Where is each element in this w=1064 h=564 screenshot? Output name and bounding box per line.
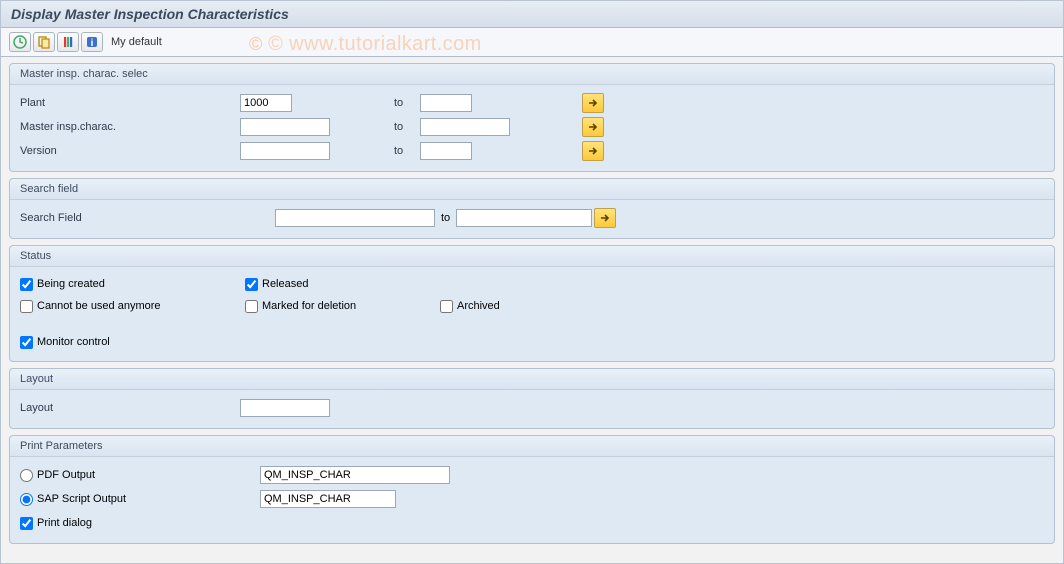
archived-checkbox[interactable] <box>440 300 453 313</box>
main-content: Master insp. charac. selec Plant to Mast… <box>1 57 1063 558</box>
plant-multiselect-button[interactable] <box>582 93 604 113</box>
group-print: Print Parameters PDF Output SAP Script O… <box>9 435 1055 544</box>
arrow-right-icon <box>587 121 599 133</box>
select-icon <box>61 35 75 49</box>
plant-to-label: to <box>390 97 420 109</box>
layout-input[interactable] <box>240 399 330 417</box>
arrow-right-icon <box>587 97 599 109</box>
monitor-control-checkbox[interactable] <box>20 336 33 349</box>
search-field-label: Search Field <box>20 212 275 224</box>
info-icon: i <box>85 35 99 49</box>
group-layout: Layout Layout <box>9 368 1055 429</box>
svg-text:i: i <box>91 38 94 49</box>
being-created-checkbox[interactable] <box>20 278 33 291</box>
cannot-use-label: Cannot be used anymore <box>37 300 161 312</box>
plant-from-input[interactable] <box>240 94 292 112</box>
layout-label: Layout <box>20 402 240 414</box>
being-created-label: Being created <box>37 278 105 290</box>
mic-from-input[interactable] <box>240 118 330 136</box>
execute-button[interactable] <box>9 32 31 52</box>
group-print-title: Print Parameters <box>10 436 1054 457</box>
group-master-insp: Master insp. charac. selec Plant to Mast… <box>9 63 1055 172</box>
pdf-output-input[interactable] <box>260 466 450 484</box>
cannot-use-checkbox[interactable] <box>20 300 33 313</box>
search-multiselect-button[interactable] <box>594 208 616 228</box>
group-master-insp-title: Master insp. charac. selec <box>10 64 1054 85</box>
version-multiselect-button[interactable] <box>582 141 604 161</box>
search-to-input[interactable] <box>456 209 592 227</box>
plant-to-input[interactable] <box>420 94 472 112</box>
sap-script-label: SAP Script Output <box>37 493 126 505</box>
info-button[interactable]: i <box>81 32 103 52</box>
search-to-label: to <box>435 212 456 224</box>
pdf-output-label: PDF Output <box>37 469 95 481</box>
group-search-field: Search field Search Field to <box>9 178 1055 239</box>
mic-label: Master insp.charac. <box>20 121 240 133</box>
pdf-output-radio[interactable] <box>20 469 33 482</box>
print-dialog-label: Print dialog <box>37 517 92 529</box>
marked-deletion-checkbox[interactable] <box>245 300 258 313</box>
group-status: Status Being created Released Cannot be … <box>9 245 1055 362</box>
mic-to-input[interactable] <box>420 118 510 136</box>
released-checkbox[interactable] <box>245 278 258 291</box>
group-layout-title: Layout <box>10 369 1054 390</box>
select-button[interactable] <box>57 32 79 52</box>
arrow-right-icon <box>599 212 611 224</box>
group-status-title: Status <box>10 246 1054 267</box>
version-label: Version <box>20 145 240 157</box>
plant-label: Plant <box>20 97 240 109</box>
sap-script-input[interactable] <box>260 490 396 508</box>
released-label: Released <box>262 278 308 290</box>
archived-label: Archived <box>457 300 500 312</box>
group-search-title: Search field <box>10 179 1054 200</box>
search-from-input[interactable] <box>275 209 435 227</box>
my-default-label[interactable]: My default <box>105 34 168 50</box>
print-dialog-checkbox[interactable] <box>20 517 33 530</box>
variant-button[interactable] <box>33 32 55 52</box>
version-from-input[interactable] <box>240 142 330 160</box>
mic-multiselect-button[interactable] <box>582 117 604 137</box>
marked-deletion-label: Marked for deletion <box>262 300 356 312</box>
mic-to-label: to <box>390 121 420 133</box>
monitor-control-label: Monitor control <box>37 336 110 348</box>
title-bar: Display Master Inspection Characteristic… <box>1 1 1063 28</box>
sap-script-radio[interactable] <box>20 493 33 506</box>
variant-icon <box>37 35 51 49</box>
arrow-right-icon <box>587 145 599 157</box>
clock-icon <box>13 35 27 49</box>
version-to-label: to <box>390 145 420 157</box>
version-to-input[interactable] <box>420 142 472 160</box>
page-title: Display Master Inspection Characteristic… <box>11 6 1053 22</box>
toolbar: i My default <box>1 28 1063 57</box>
